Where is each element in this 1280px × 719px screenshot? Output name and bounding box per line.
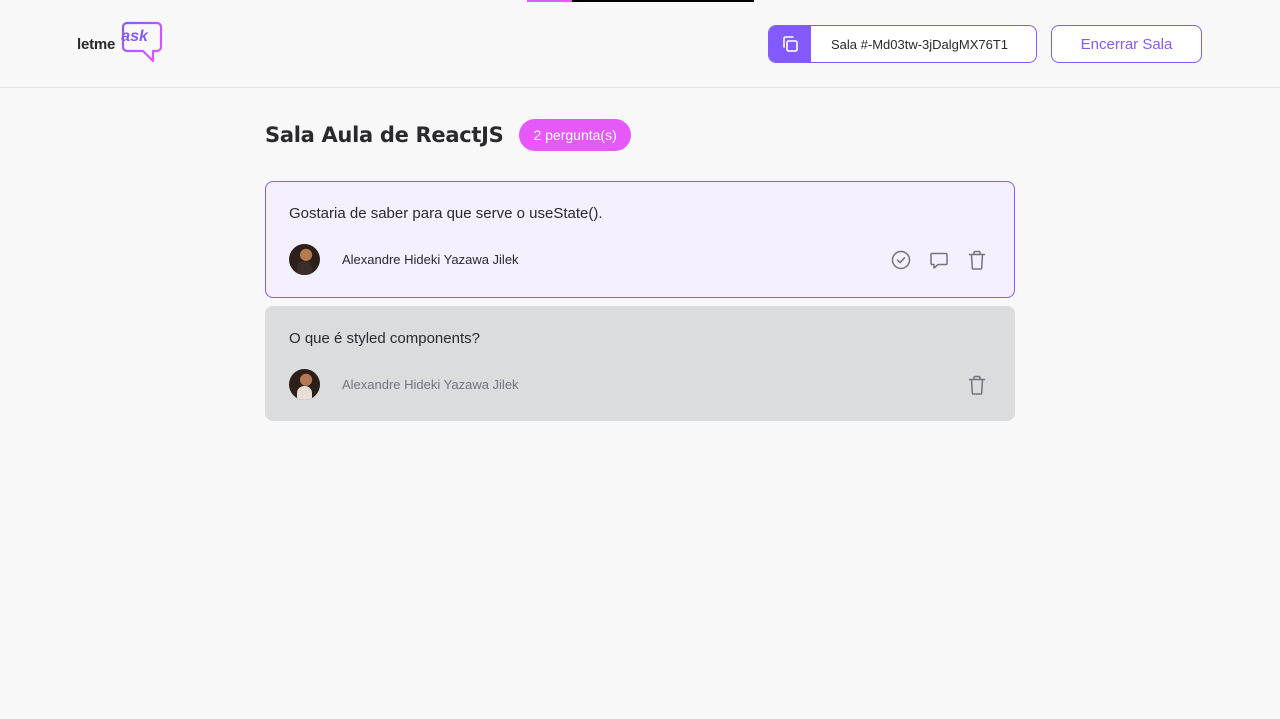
question-actions — [888, 247, 990, 273]
delete-button[interactable] — [964, 372, 990, 398]
delete-icon — [968, 375, 986, 395]
question-actions — [964, 372, 990, 398]
logo[interactable]: letme ask — [77, 21, 163, 65]
logo-bubble: ask — [117, 21, 163, 65]
copy-icon — [783, 36, 798, 52]
room-code-label: Sala #-Md03tw-3jDalgMX76T1 — [831, 36, 1009, 52]
question-text: Gostaria de saber para que serve o useSt… — [289, 205, 603, 222]
author-name: Alexandre Hideki Yazawa Jilek — [342, 252, 519, 267]
question-footer: Alexandre Hideki Yazawa Jilek — [289, 244, 990, 275]
avatar — [289, 369, 320, 400]
answer-icon — [930, 252, 948, 269]
header: letme ask Sala #-Md03tw-3jDalgMX76T1 Enc… — [0, 0, 1280, 88]
logo-text-letme: letme — [77, 35, 116, 53]
check-icon — [891, 250, 911, 269]
question-text: O que é styled components? — [289, 330, 480, 347]
question-card: Gostaria de saber para que serve o useSt… — [265, 181, 1015, 298]
check-button[interactable] — [888, 247, 914, 273]
user-info: Alexandre Hideki Yazawa Jilek — [289, 369, 519, 400]
avatar — [289, 244, 320, 275]
main-content: Sala Aula de ReactJS 2 pergunta(s) Gosta… — [265, 88, 1015, 429]
room-title-row: Sala Aula de ReactJS 2 pergunta(s) — [265, 118, 1015, 152]
logo-text-ask: ask — [121, 28, 148, 45]
question-count-badge: 2 pergunta(s) — [519, 119, 631, 151]
answer-button[interactable] — [926, 247, 952, 273]
close-room-button[interactable]: Encerrar Sala — [1051, 25, 1202, 63]
copy-icon-box[interactable] — [769, 26, 811, 62]
room-title: Sala Aula de ReactJS — [265, 123, 504, 147]
question-footer: Alexandre Hideki Yazawa Jilek — [289, 369, 990, 400]
question-card: O que é styled components? Alexandre Hid… — [265, 306, 1015, 421]
question-list: Gostaria de saber para que serve o useSt… — [265, 181, 1015, 421]
delete-icon — [968, 250, 986, 270]
delete-button[interactable] — [964, 247, 990, 273]
author-name: Alexandre Hideki Yazawa Jilek — [342, 377, 519, 392]
room-code-button[interactable]: Sala #-Md03tw-3jDalgMX76T1 — [768, 25, 1037, 63]
user-info: Alexandre Hideki Yazawa Jilek — [289, 244, 519, 275]
